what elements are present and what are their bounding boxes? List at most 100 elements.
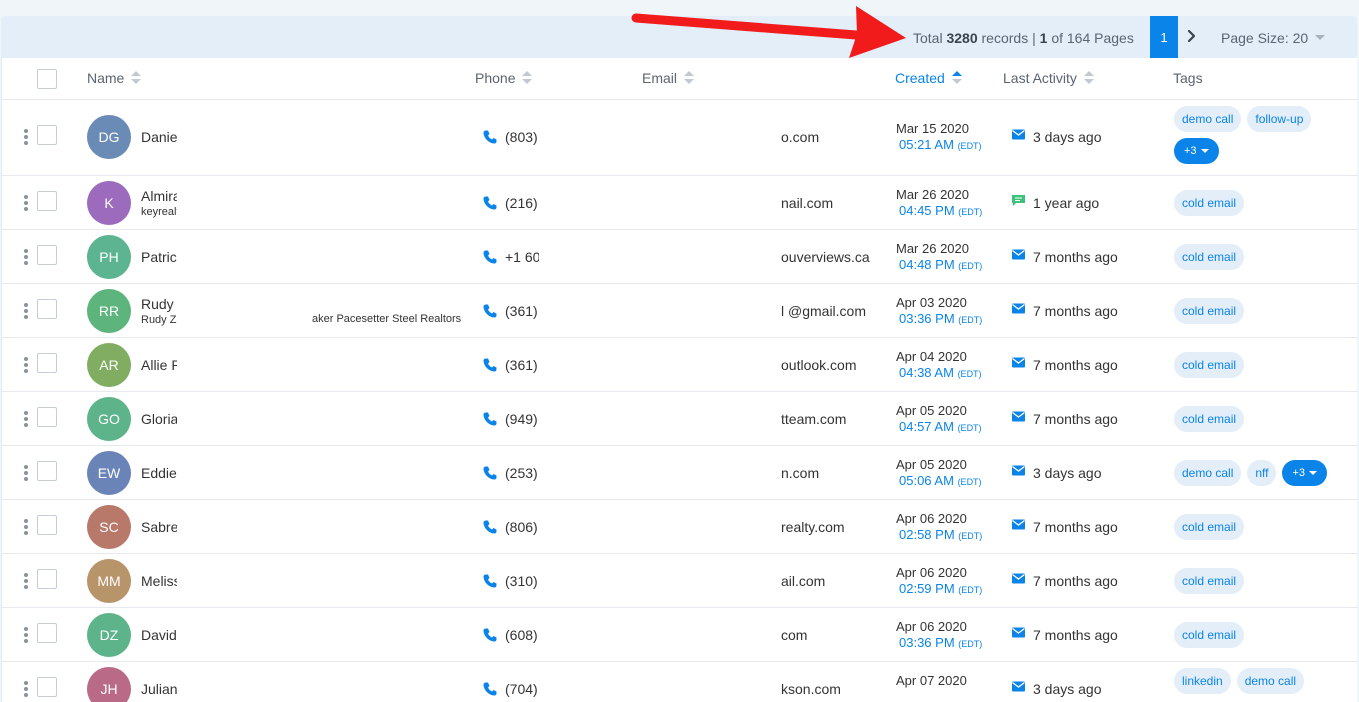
row-menu-icon[interactable] xyxy=(24,303,28,319)
phone-icon[interactable] xyxy=(482,303,498,319)
phone-number[interactable]: +1 60 xyxy=(505,249,539,265)
contact-name-cell[interactable]: Julian xyxy=(141,681,177,697)
phone-number[interactable]: (608) xyxy=(505,627,539,643)
phone-number[interactable]: (704) xyxy=(505,681,539,697)
email-address[interactable]: outlook.com xyxy=(781,357,856,373)
table-row[interactable]: GO Gloria (949) tteam.com Apr 05 2020 04:57 A… xyxy=(2,392,1358,446)
table-row[interactable]: K Almira keyrealt (216) nail.com Mar 26 2020 0… xyxy=(2,176,1358,230)
phone-number[interactable]: (361) xyxy=(505,303,539,319)
table-row[interactable]: PH Patric +1 60 ouverviews.ca Mar 26 2020 04:… xyxy=(2,230,1358,284)
table-row[interactable]: EW Eddie (253) n.com Apr 05 2020 05:06 AM (ED… xyxy=(2,446,1358,500)
column-last-activity[interactable]: Last Activity xyxy=(1003,70,1094,86)
email-address[interactable]: o.com xyxy=(781,129,819,145)
contact-name-cell[interactable]: Allie R xyxy=(141,357,177,373)
phone-icon[interactable] xyxy=(482,627,498,643)
email-address[interactable]: l @gmail.com xyxy=(781,303,866,319)
select-all-checkbox[interactable] xyxy=(37,69,57,89)
column-name[interactable]: Name xyxy=(87,70,142,86)
phone-icon[interactable] xyxy=(482,249,498,265)
page-size-select[interactable]: Page Size: 20 xyxy=(1221,30,1308,46)
contact-name-cell[interactable]: Sabre xyxy=(141,519,177,535)
tag-chip[interactable]: cold email xyxy=(1174,406,1245,432)
email-address[interactable]: com xyxy=(781,627,807,643)
tag-chip[interactable]: cold email xyxy=(1174,298,1245,324)
row-checkbox[interactable] xyxy=(37,677,57,697)
phone-icon[interactable] xyxy=(482,573,498,589)
tag-chip[interactable]: demo call xyxy=(1236,668,1305,694)
phone-number[interactable]: (216) xyxy=(505,195,539,211)
more-tags-button[interactable]: +3 xyxy=(1174,138,1219,164)
row-checkbox[interactable] xyxy=(37,299,57,319)
chevron-down-icon[interactable] xyxy=(1315,35,1325,40)
tag-chip[interactable]: cold email xyxy=(1174,568,1245,594)
row-menu-icon[interactable] xyxy=(24,627,28,643)
tag-chip[interactable]: cold email xyxy=(1174,622,1245,648)
table-row[interactable]: SC Sabre (806) realty.com Apr 06 2020 02:58 P… xyxy=(2,500,1358,554)
contact-name-cell[interactable]: Almira keyrealt xyxy=(141,188,177,218)
contact-name-cell[interactable]: Patric xyxy=(141,249,177,265)
email-address[interactable]: tteam.com xyxy=(781,411,846,427)
row-menu-icon[interactable] xyxy=(24,195,28,211)
column-phone[interactable]: Phone xyxy=(475,70,533,86)
row-menu-icon[interactable] xyxy=(24,681,28,697)
row-menu-icon[interactable] xyxy=(24,519,28,535)
chevron-right-icon[interactable] xyxy=(1184,26,1200,46)
email-address[interactable]: nail.com xyxy=(781,195,833,211)
table-row[interactable]: RR Rudy Z Rudy Zu aker Pacesetter Steel Rea… xyxy=(2,284,1358,338)
phone-icon[interactable] xyxy=(482,681,498,697)
row-menu-icon[interactable] xyxy=(24,573,28,589)
phone-icon[interactable] xyxy=(482,357,498,373)
phone-number[interactable]: (806) xyxy=(505,519,539,535)
phone-number[interactable]: (253) xyxy=(505,465,539,481)
row-menu-icon[interactable] xyxy=(24,465,28,481)
tag-chip[interactable]: cold email xyxy=(1174,244,1245,270)
row-checkbox[interactable] xyxy=(37,353,57,373)
phone-icon[interactable] xyxy=(482,195,498,211)
row-menu-icon[interactable] xyxy=(24,357,28,373)
row-menu-icon[interactable] xyxy=(24,249,28,265)
table-row[interactable]: DZ David (608) com Apr 06 2020 03:36 PM (EDT)… xyxy=(2,608,1358,662)
tag-chip[interactable]: linkedin xyxy=(1174,668,1231,694)
table-row[interactable]: MM Meliss (310) ail.com Apr 06 2020 02:59 PM … xyxy=(2,554,1358,608)
phone-icon[interactable] xyxy=(482,465,498,481)
tag-chip[interactable]: follow-up xyxy=(1247,106,1312,132)
row-checkbox[interactable] xyxy=(37,623,57,643)
phone-icon[interactable] xyxy=(482,519,498,535)
contact-name-cell[interactable]: Daniel xyxy=(141,129,177,145)
email-address[interactable]: kson.com xyxy=(781,681,841,697)
table-row[interactable]: JH Julian (704) kson.com Apr 07 2020 3 days … xyxy=(2,662,1358,702)
tag-chip[interactable]: demo call xyxy=(1174,106,1242,132)
email-address[interactable]: ail.com xyxy=(781,573,825,589)
contact-name-cell[interactable]: Meliss xyxy=(141,573,177,589)
page-1-button[interactable]: 1 xyxy=(1150,16,1178,58)
row-checkbox[interactable] xyxy=(37,125,57,145)
phone-icon[interactable] xyxy=(482,411,498,427)
contact-name-cell[interactable]: David xyxy=(141,627,177,643)
column-created[interactable]: Created xyxy=(895,70,962,86)
contact-name-cell[interactable]: Eddie xyxy=(141,465,177,481)
row-menu-icon[interactable] xyxy=(24,129,28,145)
email-address[interactable]: n.com xyxy=(781,465,819,481)
row-checkbox[interactable] xyxy=(37,407,57,427)
column-email[interactable]: Email xyxy=(642,70,695,86)
table-row[interactable]: AR Allie R (361) outlook.com Apr 04 2020 04:3… xyxy=(2,338,1358,392)
tag-chip[interactable]: cold email xyxy=(1174,514,1245,540)
row-checkbox[interactable] xyxy=(37,245,57,265)
phone-number[interactable]: (310) xyxy=(505,573,539,589)
email-address[interactable]: ouverviews.ca xyxy=(781,249,870,265)
tag-chip[interactable]: cold email xyxy=(1174,190,1245,216)
more-tags-button[interactable]: +3 xyxy=(1282,460,1328,486)
contact-name-cell[interactable]: Gloria xyxy=(141,411,177,427)
phone-icon[interactable] xyxy=(482,129,498,145)
row-checkbox[interactable] xyxy=(37,515,57,535)
row-checkbox[interactable] xyxy=(37,461,57,481)
row-menu-icon[interactable] xyxy=(24,411,28,427)
table-row[interactable]: DG Daniel (803) o.com Mar 15 2020 05:21 AM (E… xyxy=(2,100,1358,176)
tag-chip[interactable]: demo call xyxy=(1174,460,1242,486)
phone-number[interactable]: (803) xyxy=(505,129,539,145)
phone-number[interactable]: (361) xyxy=(505,357,539,373)
phone-number[interactable]: (949) xyxy=(505,411,539,427)
contact-name-cell[interactable]: Rudy Z Rudy Zu xyxy=(141,296,177,326)
tag-chip[interactable]: nff xyxy=(1247,460,1277,486)
row-checkbox[interactable] xyxy=(37,191,57,211)
